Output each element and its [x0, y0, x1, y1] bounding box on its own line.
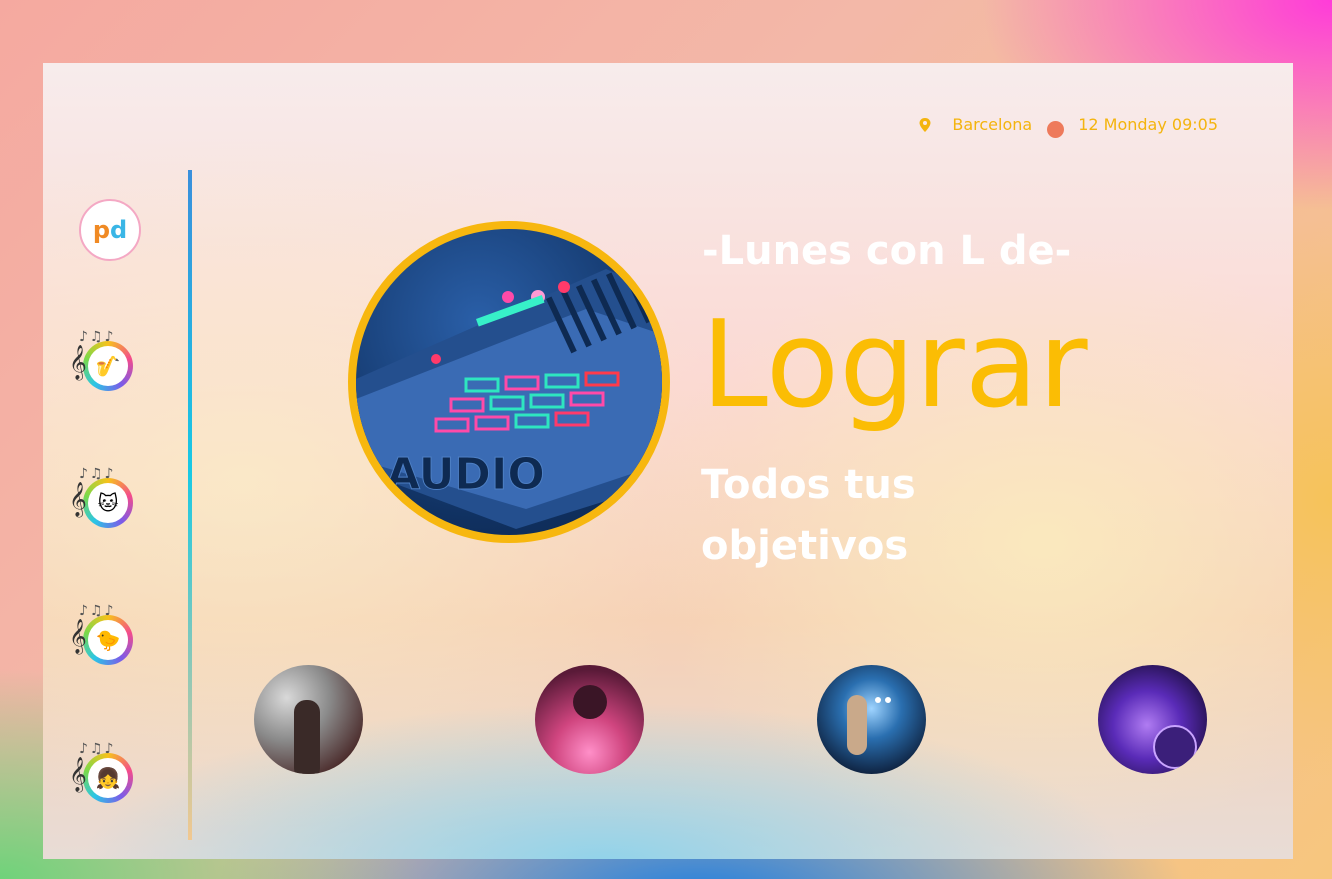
music-notes-icon: ♪♫♪ — [79, 741, 116, 757]
app-logo[interactable]: pd — [79, 199, 141, 261]
location-pin-icon — [919, 117, 931, 132]
music-cat-icon: 🐱 — [97, 491, 119, 515]
sidebar-divider — [188, 170, 192, 840]
hero-tagline: -Lunes con L de- — [702, 228, 1072, 274]
music-notes-icon: ♪♫♪ — [79, 466, 116, 482]
hero-image-label: AUDIO — [386, 449, 545, 500]
treble-clef-icon: 𝄞 — [69, 482, 87, 517]
concert-crowd-thumb[interactable] — [254, 665, 363, 774]
midi-controller-illustration: AUDIO — [356, 266, 662, 529]
status-dot — [1047, 121, 1065, 138]
main-panel: Barcelona 12 Monday 09:05 pd 🎷 𝄞 ♪♫♪ 🐱 𝄞… — [43, 63, 1293, 859]
nav-item-duck[interactable]: 🐤 𝄞 ♪♫♪ — [69, 603, 139, 671]
nav-item-kid-add[interactable]: 👧 𝄞 ♪♫♪ — [69, 741, 139, 809]
hero-headline: Lograr — [701, 296, 1088, 435]
dj-deck-thumb[interactable] — [1098, 665, 1207, 774]
music-notes-icon: ♪♫♪ — [79, 329, 116, 345]
datetime-label: 12 Monday 09:05 — [1078, 115, 1218, 134]
treble-clef-icon: 𝄞 — [69, 345, 87, 380]
nav-item-instruments[interactable]: 🎷 𝄞 ♪♫♪ — [69, 329, 139, 397]
logo-letter-d: d — [110, 216, 128, 244]
music-instruments-icon: 🎷 — [95, 354, 121, 378]
stage-lights-thumb[interactable] — [817, 665, 926, 774]
pink-smoke-thumb[interactable] — [535, 665, 644, 774]
location-label: Barcelona — [952, 115, 1033, 134]
treble-clef-icon: 𝄞 — [69, 619, 87, 654]
music-duck-icon: 🐤 — [95, 628, 121, 652]
treble-clef-icon: 𝄞 — [69, 757, 87, 792]
nav-item-cat[interactable]: 🐱 𝄞 ♪♫♪ — [69, 466, 139, 534]
status-bar: Barcelona 12 Monday 09:05 — [918, 115, 1218, 138]
hero-image: AUDIO — [348, 221, 670, 543]
logo-letter-p: p — [92, 216, 110, 244]
music-notes-icon: ♪♫♪ — [79, 603, 116, 619]
music-kid-add-icon: 👧 — [95, 766, 121, 790]
hero-subline: Todos tus objetivos — [701, 462, 916, 569]
